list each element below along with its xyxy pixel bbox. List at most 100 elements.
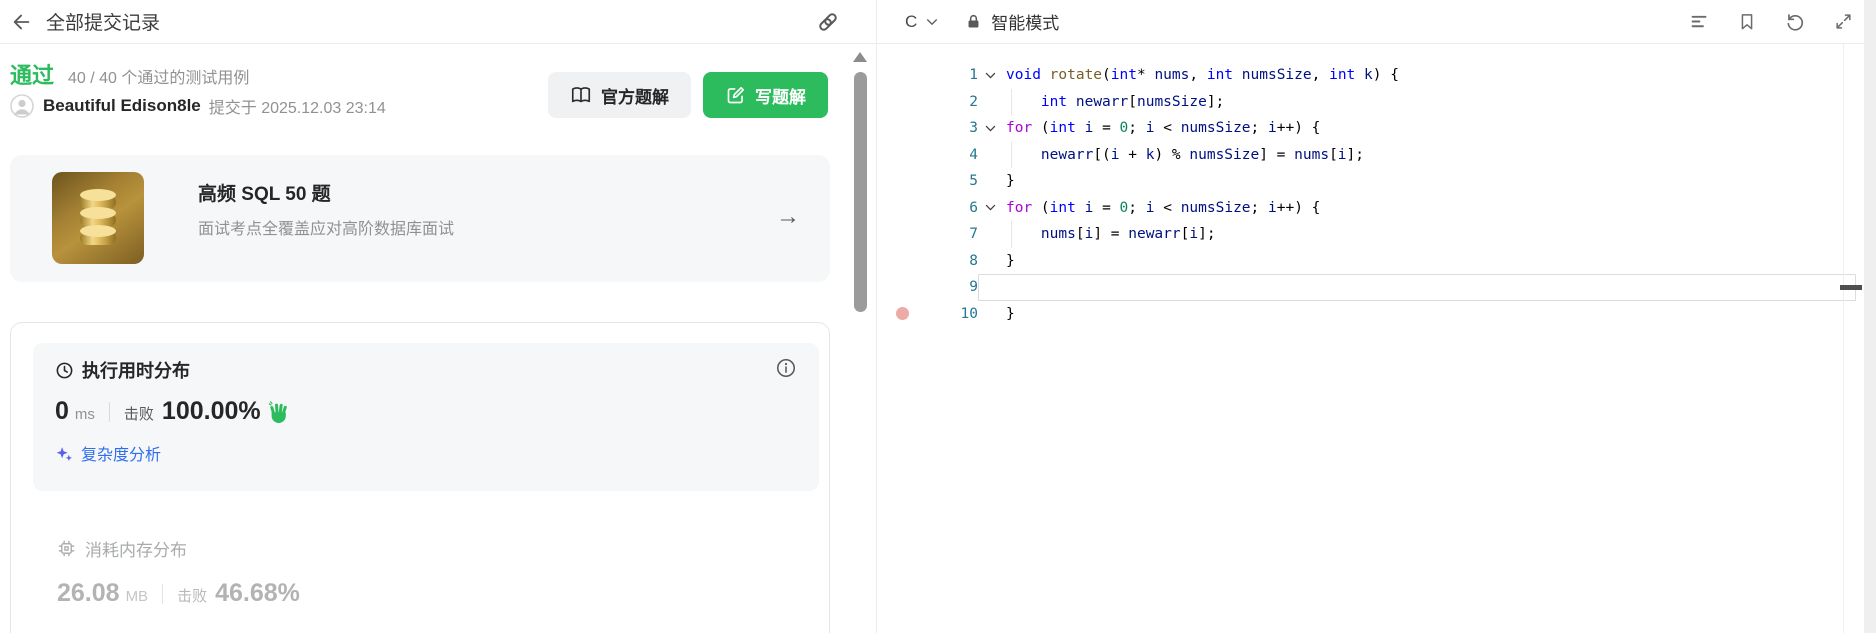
fold-chevron-icon[interactable] [978,115,1002,142]
line-number: 8 [969,252,978,269]
fold-gutter [978,248,1002,275]
memory-header: 消耗内存分布 [57,536,300,561]
code-line-4[interactable]: 4 newarr[(i + k) % numsSize] = nums[i]; [888,141,1864,169]
status-badge: 通过 [10,63,55,88]
code-line-2[interactable]: 2 int newarr[numsSize]; [888,88,1864,116]
breakpoint-dot[interactable] [888,301,916,328]
code-line-3[interactable]: 3 for (int i = 0; i < numsSize; i++) { [888,115,1864,142]
fullscreen-button[interactable] [1832,11,1854,33]
arrow-right-icon: → [776,203,800,230]
breakpoint-gutter[interactable] [888,248,916,275]
code-editor[interactable]: 1 void rotate(int* nums, int numsSize, in… [888,44,1864,633]
overview-cursor-mark [1840,285,1862,290]
action-buttons: 官方题解 写题解 [548,72,828,118]
breakpoint-gutter[interactable] [888,168,916,195]
breakpoint-gutter[interactable] [888,115,916,142]
back-button[interactable] [10,10,34,34]
testcases-passed-text: 40 / 40 个通过的测试用例 [68,70,250,87]
code-text: } [1006,305,1015,322]
page-scrollbar[interactable] [1864,0,1876,633]
language-label: C [905,11,918,31]
scrollbar-up-arrow[interactable] [853,52,867,62]
line-number: 10 [960,305,978,322]
line-number: 5 [969,173,978,189]
bookmark-button[interactable] [1736,11,1758,33]
submitted-time: 提交于 2025.12.03 23:14 [208,100,386,117]
runtime-distribution-box: 执行用时分布 0 ms 击败 100.00% 复杂度分析 [33,343,819,491]
sparkle-icon [55,444,74,463]
memory-value: 26.08 [57,579,120,607]
beats-label: 击败 [123,406,154,423]
runtime-title: 执行用时分布 [82,361,190,381]
breakpoint-icon [895,307,909,321]
breakpoint-gutter[interactable] [888,142,916,169]
submitter-row[interactable]: Beautiful Edison8le 提交于 2025.12.03 23:14 [10,94,386,118]
runtime-unit: ms [74,406,95,423]
complexity-analysis-label: 复杂度分析 [81,447,162,464]
code-text: int newarr[numsSize]; [1040,93,1225,110]
line-number: 3 [969,120,978,136]
memory-distribution-section: 消耗内存分布 26.08 MB 击败 46.68% [57,536,300,608]
fold-gutter [979,275,1003,300]
code-line-1[interactable]: 1 void rotate(int* nums, int numsSize, in… [888,62,1864,89]
database-icon [52,172,144,264]
line-number: 4 [969,146,978,163]
breakpoint-gutter[interactable] [888,274,916,301]
official-solution-label: 官方题解 [601,87,669,107]
code-line-10[interactable]: 10} [888,301,1864,328]
line-number: 7 [969,226,978,242]
line-number: 6 [969,199,978,216]
code-line-6[interactable]: 6 for (int i = 0; i < numsSize; i++) { [888,195,1864,222]
fold-gutter [978,142,1002,169]
breakpoint-gutter[interactable] [888,221,916,248]
arrow-left-icon [11,11,33,33]
clock-icon [55,361,74,380]
runtime-value: 0 [55,397,69,425]
memory-unit: MB [125,588,149,605]
promo-subtitle: 面试考点全覆盖应对高阶数据库面试 [198,221,455,238]
code-line-8[interactable]: 8} [888,248,1864,275]
line-number: 1 [969,67,978,83]
fold-chevron-icon[interactable] [978,195,1002,222]
wave-hand-icon [267,400,291,424]
copy-link-button[interactable] [816,10,840,34]
submission-header: 全部提交记录 [0,0,876,44]
link-icon [816,10,840,34]
fold-chevron-icon[interactable] [978,62,1002,89]
breakpoint-gutter[interactable] [888,89,916,116]
lock-icon [965,13,982,30]
code-line-5[interactable]: 5} [888,168,1864,195]
format-code-button[interactable] [1688,11,1710,33]
complexity-analysis-link[interactable]: 复杂度分析 [55,441,797,465]
runtime-value-row: 0 ms 击败 100.00% [55,397,797,426]
code-line-9[interactable]: 9 [888,274,1864,301]
submission-body: 通过 40 / 40 个通过的测试用例 Beautiful Edison8le … [0,44,876,633]
performance-card: 执行用时分布 0 ms 击败 100.00% 复杂度分析 消耗内存分布 26.0… [10,322,830,633]
fold-gutter [978,168,1002,195]
language-selector[interactable]: C [905,12,939,32]
write-solution-button[interactable]: 写题解 [703,72,828,118]
scrollbar-thumb[interactable] [854,72,867,312]
write-solution-label: 写题解 [755,87,806,107]
expand-icon [1834,12,1853,31]
fold-gutter [978,301,1002,328]
official-solution-button[interactable]: 官方题解 [548,72,691,118]
fold-gutter [978,89,1002,116]
smart-mode-toggle[interactable]: 智能模式 [965,9,1059,34]
code-text: void rotate(int* nums, int numsSize, int… [1006,67,1399,83]
overview-ruler [1843,44,1844,633]
code-line-7[interactable]: 7 nums[i] = newarr[i]; [888,221,1864,248]
code-text: } [1006,173,1015,189]
left-panel-scrollbar [848,44,872,633]
smart-mode-label: 智能模式 [991,14,1060,33]
divider [162,583,164,604]
divider [108,401,110,422]
promo-card-sql50[interactable]: 高频 SQL 50 题 面试考点全覆盖应对高阶数据库面试 → [10,155,830,282]
reset-code-button[interactable] [1784,11,1806,33]
promo-title: 高频 SQL 50 题 [198,184,331,205]
breakpoint-gutter[interactable] [888,62,916,89]
breakpoint-gutter[interactable] [888,195,916,222]
info-icon[interactable] [775,357,797,379]
code-text: newarr[(i + k) % numsSize] = nums[i]; [1040,146,1364,163]
